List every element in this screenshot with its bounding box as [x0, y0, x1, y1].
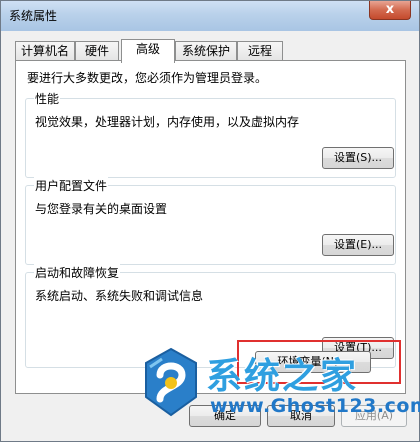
- apply-button[interactable]: 应用(A): [341, 405, 407, 427]
- window-title: 系统属性: [9, 9, 58, 23]
- close-button[interactable]: x: [369, 1, 411, 20]
- user-profiles-title: 用户配置文件: [34, 177, 109, 194]
- tab-label: 高级: [135, 42, 160, 56]
- tab-advanced[interactable]: 高级: [121, 39, 175, 63]
- admin-notice: 要进行大多数更改，您必须作为管理员登录。: [27, 71, 268, 85]
- user-profiles-settings-button[interactable]: 设置(E)...: [322, 234, 394, 256]
- tab-label: 硬件: [84, 44, 109, 58]
- tab-remote[interactable]: 远程: [237, 41, 283, 61]
- user-profiles-group: 用户配置文件 与您登录有关的桌面设置 设置(E)...: [25, 177, 396, 265]
- tab-label: 远程: [247, 44, 272, 58]
- tab-label: 计算机名: [20, 44, 69, 58]
- performance-group: 性能 视觉效果，处理器计划，内存使用，以及虚拟内存 设置(S)...: [25, 90, 396, 178]
- close-icon: x: [385, 2, 395, 17]
- performance-description: 视觉效果，处理器计划，内存使用，以及虚拟内存: [35, 115, 300, 129]
- performance-settings-button[interactable]: 设置(S)...: [322, 147, 394, 169]
- cancel-button[interactable]: 取消: [267, 405, 335, 427]
- performance-title: 性能: [34, 90, 61, 107]
- ok-button[interactable]: 确定: [189, 405, 261, 427]
- environment-variables-highlight: [237, 340, 401, 384]
- tab-system-protection[interactable]: 系统保护: [175, 41, 237, 61]
- startup-recovery-title: 启动和故障恢复: [34, 264, 121, 281]
- tab-label: 系统保护: [181, 44, 230, 58]
- tab-hardware[interactable]: 硬件: [75, 41, 119, 61]
- tab-computer-name[interactable]: 计算机名: [15, 41, 75, 61]
- title-bar[interactable]: 系统属性 x: [1, 1, 419, 31]
- user-profiles-description: 与您登录有关的桌面设置: [35, 202, 168, 216]
- startup-recovery-description: 系统启动、系统失败和调试信息: [35, 289, 204, 303]
